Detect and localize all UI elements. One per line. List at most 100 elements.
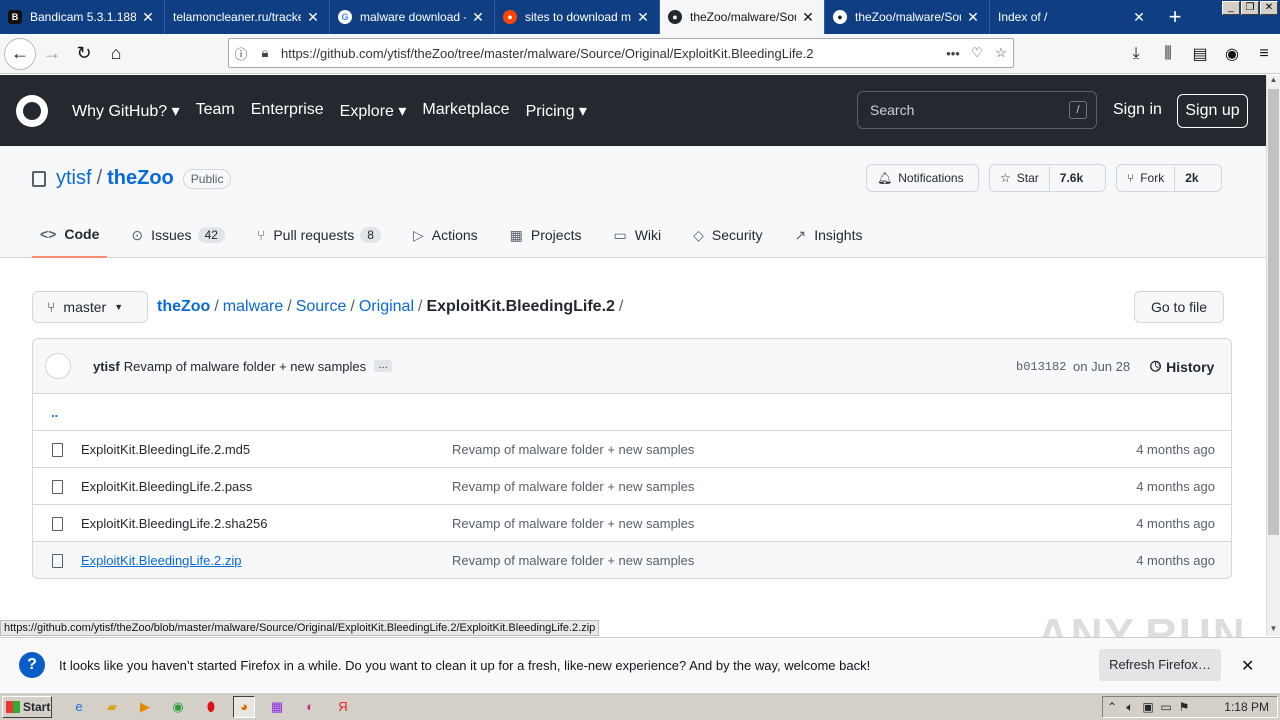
sidebar-icon[interactable]: ▤	[1184, 44, 1216, 64]
star-button[interactable]: ☆ Star 7.6k	[989, 164, 1106, 192]
close-tab-icon[interactable]: ✕	[800, 9, 816, 26]
firefox-icon[interactable]: ◕	[233, 695, 255, 718]
breadcrumb-link[interactable]: malware	[223, 298, 283, 315]
close-window-icon[interactable]: ✕	[1260, 1, 1278, 15]
url-text[interactable]: https://github.com/ytisf/theZoo/tree/mas…	[277, 46, 941, 61]
internet-explorer-icon[interactable]: e	[68, 696, 90, 718]
page-scrollbar[interactable]: ▲ ▼	[1266, 75, 1280, 636]
start-button[interactable]: Start	[2, 695, 52, 718]
star-count[interactable]: 7.6k	[1048, 165, 1093, 191]
browser-tab[interactable]: ● theZoo/malware/Sour ✕	[825, 0, 990, 34]
commit-message[interactable]: Revamp of malware folder + new samples	[124, 359, 366, 374]
minimize-icon[interactable]: _	[1222, 1, 1240, 15]
file-name-link[interactable]: ExploitKit.BleedingLife.2.zip	[81, 553, 241, 568]
close-tab-icon[interactable]: ✕	[635, 9, 651, 26]
fork-count[interactable]: 2k	[1174, 165, 1208, 191]
flag-icon[interactable]: ⚑	[1175, 700, 1193, 714]
breadcrumb-link[interactable]: theZoo	[157, 298, 210, 315]
file-name-link[interactable]: ExploitKit.BleedingLife.2.pass	[81, 479, 252, 494]
media-player-icon[interactable]: ▶	[134, 696, 156, 718]
github-logo-icon[interactable]	[16, 94, 48, 127]
github-search-input[interactable]: Search /	[857, 91, 1097, 129]
expand-commit-button[interactable]: …	[374, 360, 393, 372]
tab-wiki[interactable]: ▭ Wiki	[605, 212, 669, 258]
browser-tab[interactable]: Index of / ✕	[990, 0, 1155, 34]
tab-issues[interactable]: ⊙ Issues 42	[123, 212, 233, 258]
commit-sha[interactable]: b013182	[1016, 360, 1066, 374]
repo-name-link[interactable]: theZoo	[107, 167, 174, 190]
info-icon[interactable]: ⓘ	[229, 44, 253, 63]
forward-button[interactable]: →	[36, 38, 68, 70]
browser-tab[interactable]: ● sites to download mal ✕	[495, 0, 660, 34]
tab-security[interactable]: ◇ Security	[685, 212, 770, 258]
clock[interactable]: 1:18 PM	[1224, 700, 1269, 714]
browser-tab[interactable]: Gmalware download - G ✕	[330, 0, 495, 34]
nav-enterprise[interactable]: Enterprise	[251, 101, 324, 121]
home-button[interactable]: ⌂	[100, 38, 132, 70]
nav-pricing[interactable]: Pricing ▾	[526, 101, 587, 121]
network-icon[interactable]: ▣	[1139, 700, 1157, 714]
reload-button[interactable]: ↻	[68, 38, 100, 70]
bookmark-star-icon[interactable]: ☆	[989, 45, 1013, 61]
scroll-up-icon[interactable]: ▲	[1267, 75, 1280, 87]
refresh-firefox-button[interactable]: Refresh Firefox…	[1099, 649, 1221, 681]
browser-tab[interactable]: B Bandicam 5.3.1.1880 ✕	[0, 0, 165, 34]
chrome-icon[interactable]: ◉	[167, 696, 189, 718]
nav-explore[interactable]: Explore ▾	[340, 101, 407, 121]
commit-author[interactable]: ytisf	[93, 359, 120, 374]
browser-tab-active[interactable]: ● theZoo/malware/Sour ✕	[660, 0, 825, 34]
close-tab-icon[interactable]: ✕	[1131, 9, 1147, 26]
nav-marketplace[interactable]: Marketplace	[422, 101, 509, 121]
opera-icon[interactable]: ⬮	[200, 696, 222, 718]
file-commit-message[interactable]: Revamp of malware folder + new samples	[452, 479, 694, 494]
file-commit-message[interactable]: Revamp of malware folder + new samples	[452, 442, 694, 457]
fork-button[interactable]: ⑂ Fork 2k	[1116, 164, 1222, 192]
downloads-icon[interactable]: ⤓	[1120, 45, 1152, 63]
close-notification-icon[interactable]: ✕	[1241, 656, 1254, 676]
parent-directory-row[interactable]: ..	[33, 394, 1231, 431]
nav-team[interactable]: Team	[196, 101, 235, 121]
branch-select-button[interactable]: ⑂ master ▼	[32, 291, 148, 323]
back-button[interactable]: ←	[4, 37, 36, 70]
account-icon[interactable]: ◉	[1216, 44, 1248, 64]
notifications-button[interactable]: 🔔︎ Notifications	[866, 164, 979, 192]
tab-pull-requests[interactable]: ⑂ Pull requests 8	[249, 212, 389, 258]
url-bar[interactable]: ⓘ 🔒︎ https://github.com/ytisf/theZoo/tre…	[228, 38, 1014, 68]
parent-directory-link[interactable]: ..	[51, 405, 58, 420]
go-to-file-button[interactable]: Go to file	[1134, 291, 1224, 323]
table-row[interactable]: ExploitKit.BleedingLife.2.sha256 Revamp …	[33, 505, 1231, 542]
battery-icon[interactable]: ▭	[1157, 700, 1175, 714]
close-tab-icon[interactable]: ✕	[140, 9, 156, 26]
close-tab-icon[interactable]: ✕	[305, 9, 321, 26]
lock-icon[interactable]: 🔒︎	[253, 45, 277, 61]
tray-expand-icon[interactable]: ⌃	[1103, 700, 1121, 714]
table-row[interactable]: ExploitKit.BleedingLife.2.pass Revamp of…	[33, 468, 1231, 505]
repo-owner-link[interactable]: ytisf	[56, 167, 92, 190]
volume-icon[interactable]: 🔈︎	[1121, 700, 1139, 715]
history-link[interactable]: 🕓︎ History	[1150, 358, 1214, 375]
file-commit-message[interactable]: Revamp of malware folder + new samples	[452, 516, 694, 531]
file-commit-message[interactable]: Revamp of malware folder + new samples	[452, 553, 694, 568]
sign-up-button[interactable]: Sign up	[1177, 94, 1248, 128]
close-tab-icon[interactable]: ✕	[470, 9, 486, 26]
breadcrumb-link[interactable]: Original	[359, 298, 414, 315]
restore-icon[interactable]: ❐	[1241, 1, 1259, 15]
sign-in-link[interactable]: Sign in	[1113, 101, 1162, 119]
library-icon[interactable]: ⫼	[1152, 45, 1184, 63]
file-name-link[interactable]: ExploitKit.BleedingLife.2.sha256	[81, 516, 267, 531]
tab-projects[interactable]: ▦ Projects	[502, 212, 590, 258]
avatar[interactable]	[45, 353, 71, 379]
file-name-link[interactable]: ExploitKit.BleedingLife.2.md5	[81, 442, 250, 457]
page-actions-menu[interactable]: •••	[941, 46, 965, 61]
new-tab-button[interactable]: +	[1155, 0, 1195, 34]
scrollbar-thumb[interactable]	[1268, 89, 1279, 535]
yandex-icon[interactable]: Я	[332, 696, 354, 718]
table-row[interactable]: ExploitKit.BleedingLife.2.zip Revamp of …	[33, 542, 1231, 578]
hamburger-menu-icon[interactable]: ≡	[1248, 45, 1280, 63]
close-tab-icon[interactable]: ✕	[965, 9, 981, 26]
tab-actions[interactable]: ▷ Actions	[405, 212, 486, 258]
pocket-icon[interactable]: ♡	[965, 45, 989, 61]
scroll-down-icon[interactable]: ▼	[1267, 624, 1280, 636]
nav-why-github[interactable]: Why GitHub? ▾	[72, 101, 180, 121]
tab-code[interactable]: <> Code	[32, 212, 108, 258]
